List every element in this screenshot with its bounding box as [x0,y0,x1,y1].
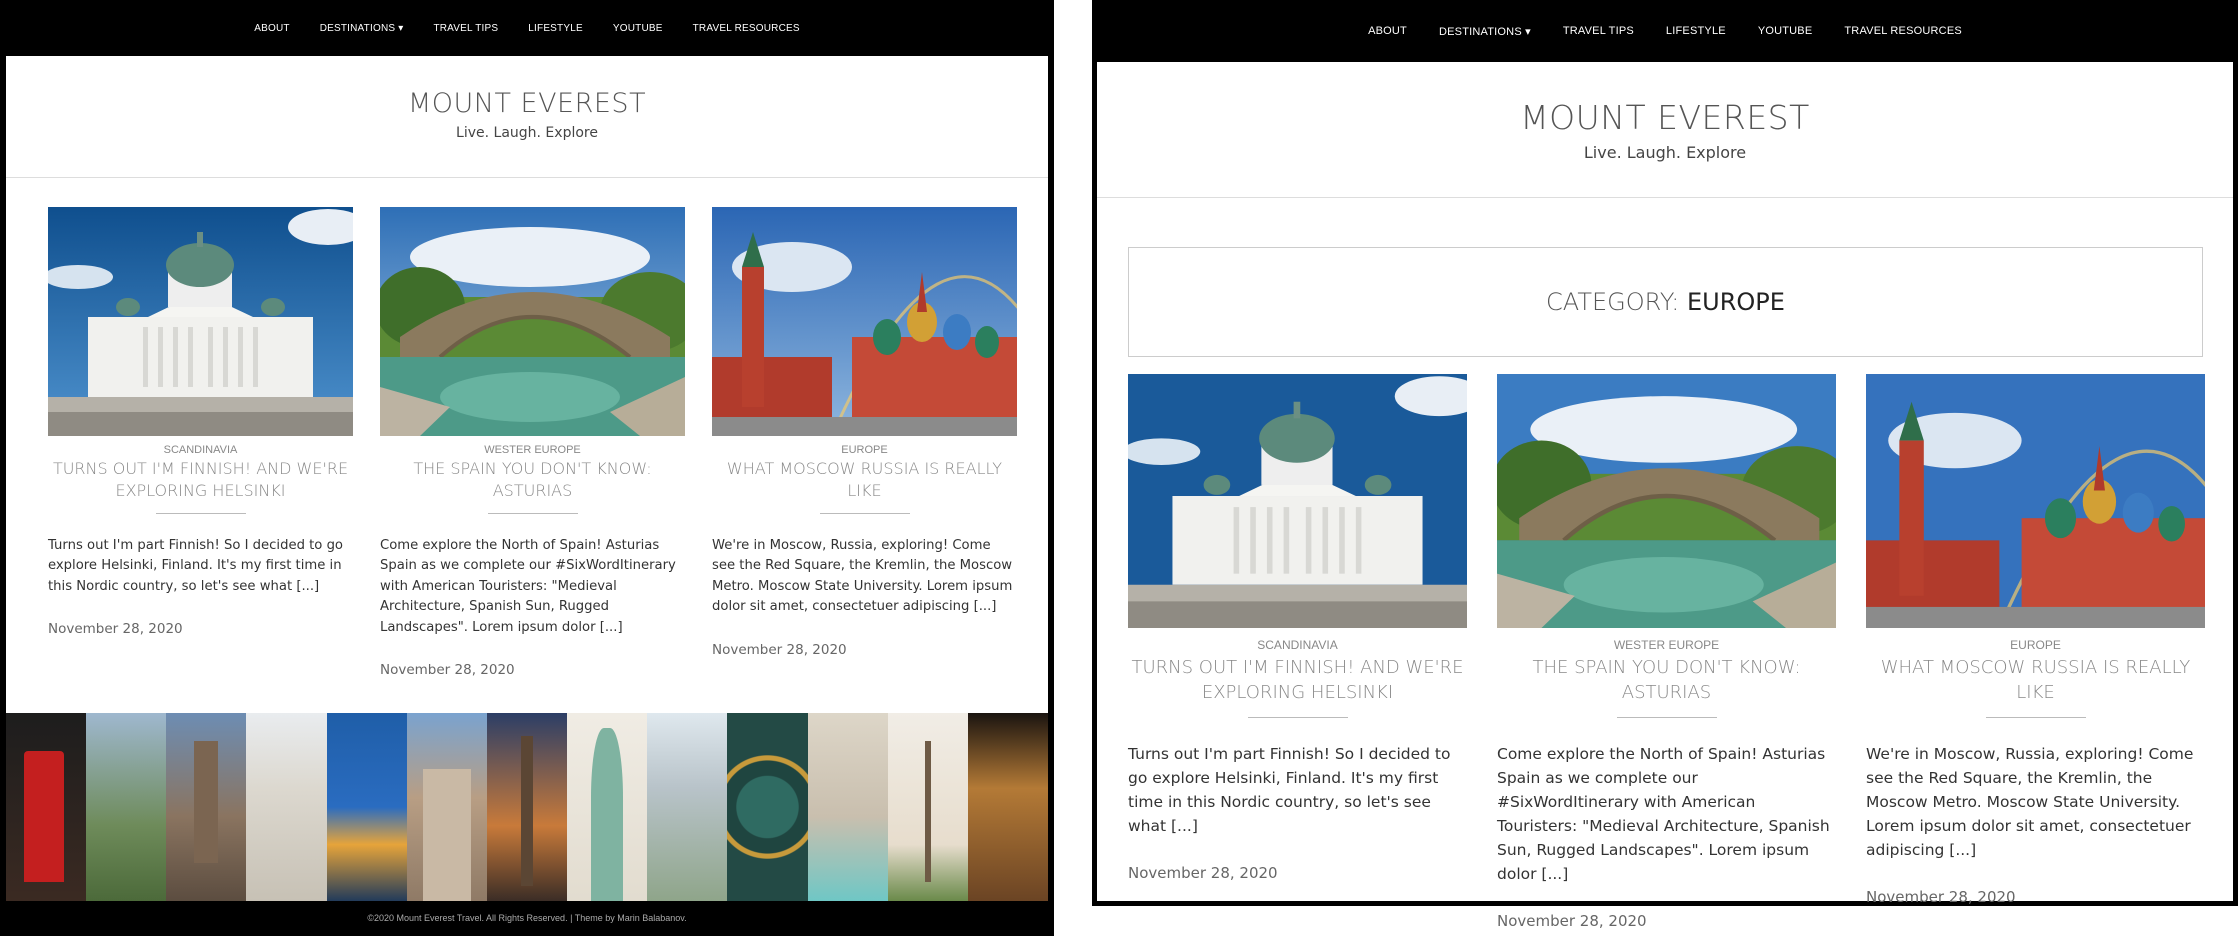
gallery-photo-statue-of-liberty [567,713,648,901]
post-card: EUROPE WHAT MOSCOW RUSSIA IS REALLY LIKE… [1866,374,2205,930]
post-card: SCANDINAVIA TURNS OUT I'M FINNISH! AND W… [1128,374,1467,930]
post-category[interactable]: WESTER EUROPE [1497,638,1836,652]
destination-photo-strip [6,713,1049,901]
post-card: WESTER EUROPE THE SPAIN YOU DON'T KNOW: … [380,207,685,678]
main-nav: ABOUT DESTINATIONS ▾ TRAVEL TIPS LIFESTY… [0,0,1054,56]
title-divider [1985,717,2086,719]
nav-item-destinations[interactable]: DESTINATIONS ▾ [320,23,404,34]
post-thumbnail-asturias[interactable] [380,207,685,436]
site-tagline: Live. Laugh. Explore [1583,143,1747,162]
post-date: November 28, 2020 [1866,888,2016,907]
gallery-photo-city-bridge-night [326,713,407,901]
site-tagline: Live. Laugh. Explore [456,125,598,141]
title-divider [819,512,910,514]
post-title[interactable]: THE SPAIN YOU DON'T KNOW: ASTURIAS [380,458,685,503]
post-thumbnail-moscow[interactable] [1866,374,2205,628]
nav-item-travel-tips[interactable]: TRAVEL TIPS [433,23,498,34]
main-content: MOUNT EVEREST Live. Laugh. Explore SCAND… [6,56,1048,713]
nav-item-travel-resources[interactable]: TRAVEL RESOURCES [693,23,800,34]
gallery-photo-vittoriano [246,713,327,901]
post-excerpt: Come explore the North of Spain! Asturia… [1497,745,1830,884]
gallery-photo-colosseum [967,713,1049,901]
nav-item-lifestyle[interactable]: LIFESTYLE [1666,25,1726,37]
post-title[interactable]: THE SPAIN YOU DON'T KNOW: ASTURIAS [1497,655,1836,705]
post-excerpt: We're in Moscow, Russia, exploring! Come… [1866,745,2194,860]
post-card: SCANDINAVIA TURNS OUT I'M FINNISH! AND W… [48,207,353,678]
category-name: EUROPE [1687,288,1785,316]
gallery-photo-astronomical-clock [727,713,808,901]
main-content: MOUNT EVEREST Live. Laugh. Explore CATEG… [1092,62,2238,930]
post-date: November 28, 2020 [380,662,515,679]
post-card: EUROPE WHAT MOSCOW RUSSIA IS REALLY LIKE… [712,207,1017,678]
post-thumbnail-helsinki[interactable] [48,207,353,436]
post-date: November 28, 2020 [712,641,847,658]
post-grid: SCANDINAVIA TURNS OUT I'M FINNISH! AND W… [48,207,1017,678]
main-nav: ABOUT DESTINATIONS ▾ TRAVEL TIPS LIFESTY… [1092,0,2238,62]
nav-item-about[interactable]: ABOUT [1368,25,1407,37]
post-title[interactable]: WHAT MOSCOW RUSSIA IS REALLY LIKE [1866,655,2205,705]
post-excerpt: We're in Moscow, Russia, exploring! Come… [712,537,1013,615]
post-excerpt: Turns out I'm part Finnish! So I decided… [48,537,344,594]
gallery-photo-trevi-fountain [807,713,888,901]
site-header: MOUNT EVEREST Live. Laugh. Explore [6,56,1048,178]
post-title[interactable]: TURNS OUT I'M FINNISH! AND WE'RE EXPLORI… [1128,655,1467,705]
post-title[interactable]: TURNS OUT I'M FINNISH! AND WE'RE EXPLORI… [48,458,353,503]
post-grid: SCANDINAVIA TURNS OUT I'M FINNISH! AND W… [1128,374,2205,930]
gallery-photo-ancient-column [406,713,487,901]
title-divider [1616,717,1717,719]
category-prefix: CATEGORY: [1546,288,1687,316]
post-category[interactable]: SCANDINAVIA [48,444,353,456]
site-title[interactable]: MOUNT EVEREST [1097,98,2233,137]
site-header: MOUNT EVEREST Live. Laugh. Explore [1097,62,2233,198]
gallery-photo-phone-booth [6,713,87,901]
site-footer: ©2020 Mount Everest Travel. All Rights R… [367,913,687,923]
post-excerpt: Come explore the North of Spain! Asturia… [380,537,676,635]
post-category[interactable]: SCANDINAVIA [1128,638,1467,652]
post-date: November 28, 2020 [1497,912,1647,931]
category-header-box: CATEGORY: EUROPE [1128,247,2203,357]
nav-item-youtube[interactable]: YOUTUBE [1758,25,1813,37]
nav-item-youtube[interactable]: YOUTUBE [613,23,663,34]
nav-item-about[interactable]: ABOUT [254,23,289,34]
post-thumbnail-asturias[interactable] [1497,374,1836,628]
nav-item-lifestyle[interactable]: LIFESTYLE [528,23,583,34]
category-page-view: ABOUT DESTINATIONS ▾ TRAVEL TIPS LIFESTY… [1092,0,2238,936]
gallery-photo-versailles [647,713,728,901]
gallery-photo-eiffel-tower [887,713,968,901]
post-thumbnail-moscow[interactable] [712,207,1017,436]
site-title[interactable]: MOUNT EVEREST [6,88,1048,119]
title-divider [487,512,578,514]
post-date: November 28, 2020 [1128,864,1278,883]
title-divider [1247,717,1348,719]
post-thumbnail-helsinki[interactable] [1128,374,1467,628]
post-card: WESTER EUROPE THE SPAIN YOU DON'T KNOW: … [1497,374,1836,930]
post-category[interactable]: EUROPE [712,444,1017,456]
home-page-view: ABOUT DESTINATIONS ▾ TRAVEL TIPS LIFESTY… [0,0,1054,936]
post-title[interactable]: WHAT MOSCOW RUSSIA IS REALLY LIKE [712,458,1017,503]
gallery-photo-paris-avenue [86,713,167,901]
nav-item-travel-resources[interactable]: TRAVEL RESOURCES [1844,25,1962,37]
nav-item-travel-tips[interactable]: TRAVEL TIPS [1563,25,1634,37]
post-category[interactable]: EUROPE [1866,638,2205,652]
nav-item-destinations[interactable]: DESTINATIONS ▾ [1439,25,1531,38]
title-divider [155,512,246,514]
post-date: November 28, 2020 [48,621,183,638]
post-category[interactable]: WESTER EUROPE [380,444,685,456]
post-excerpt: Turns out I'm part Finnish! So I decided… [1128,745,1451,836]
gallery-photo-tower-bridge [166,713,247,901]
gallery-photo-big-ben [486,713,568,901]
